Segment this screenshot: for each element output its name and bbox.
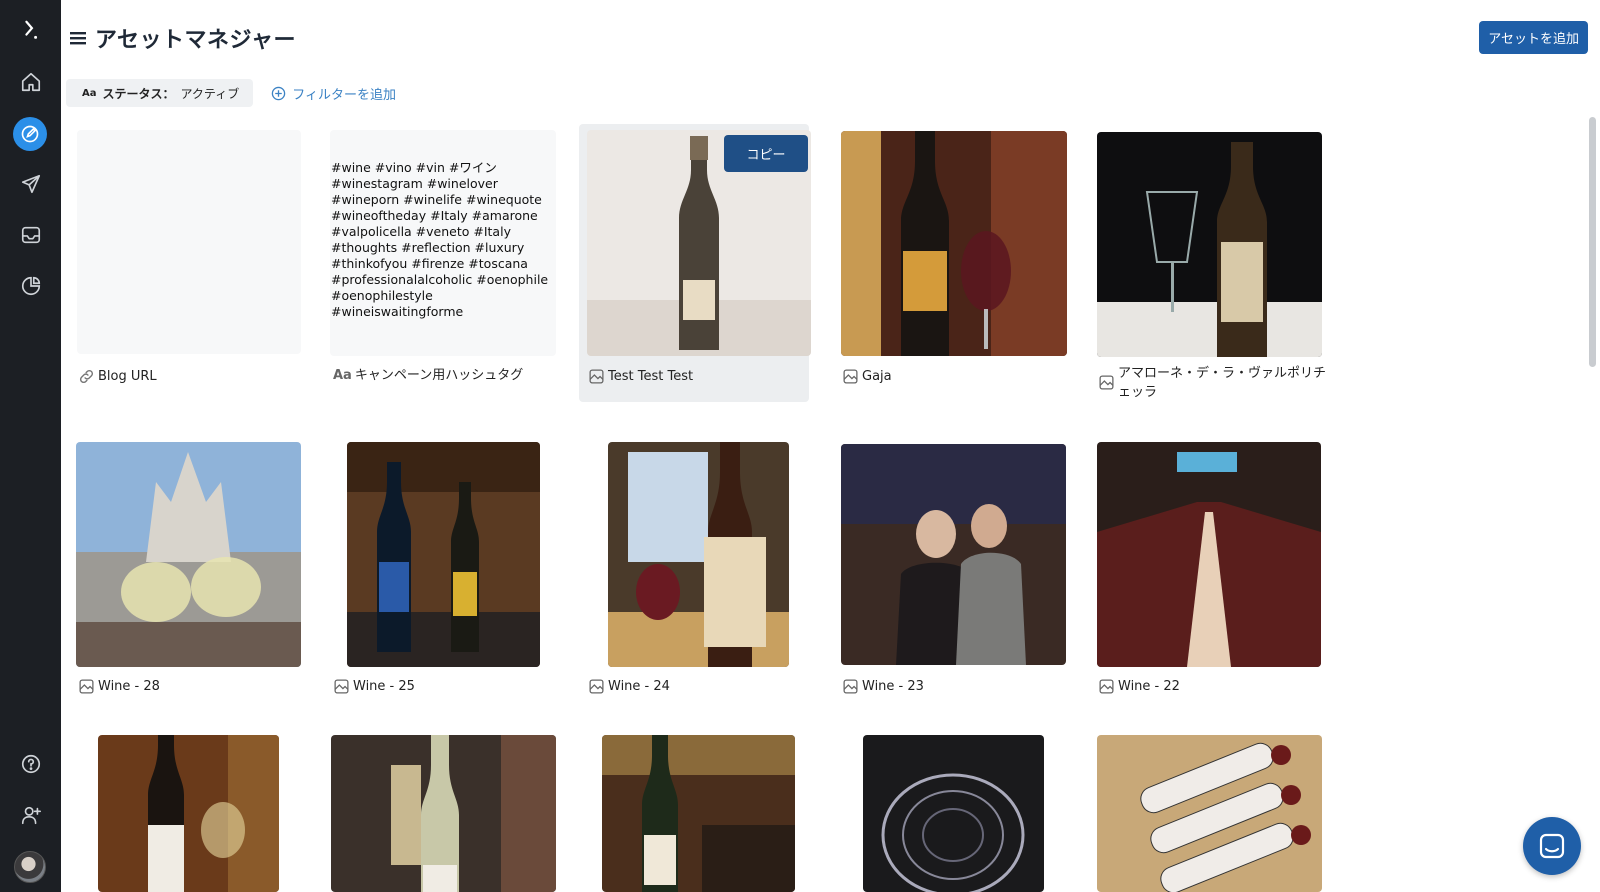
- avatar[interactable]: [14, 851, 46, 883]
- add-user-icon[interactable]: [0, 795, 61, 835]
- asset-label: Aa キャンペーン用ハッシュタグ: [333, 368, 524, 383]
- pie-chart-icon[interactable]: [0, 266, 61, 306]
- asset-label: Wine - 24: [588, 677, 670, 696]
- send-icon[interactable]: [0, 164, 61, 204]
- help-icon[interactable]: [0, 744, 61, 784]
- asset-label: Wine - 23: [842, 677, 924, 696]
- asset-label: Blog URL: [78, 367, 157, 386]
- image-icon: [1099, 375, 1114, 390]
- asset-image[interactable]: [602, 735, 795, 892]
- hashtag-text: #wine #vino #vin #ワイン #winestagram #wine…: [331, 160, 549, 319]
- asset-label: Wine - 22: [1098, 677, 1180, 696]
- menu-icon[interactable]: [70, 30, 86, 46]
- add-filter-button[interactable]: フィルターを追加: [271, 84, 396, 103]
- asset-image[interactable]: [347, 442, 540, 667]
- image-icon: [589, 679, 604, 694]
- text-icon: Aa: [82, 87, 97, 99]
- status-filter-chip[interactable]: Aa ステータス： アクティブ: [66, 79, 254, 107]
- add-asset-button[interactable]: アセットを追加: [1479, 21, 1588, 54]
- image-icon: [843, 679, 858, 694]
- inbox-icon[interactable]: [0, 215, 61, 255]
- asset-image[interactable]: [76, 442, 301, 667]
- image-icon: [843, 369, 858, 384]
- asset-image[interactable]: [98, 735, 279, 892]
- page-title: アセットマネジャー: [95, 28, 296, 53]
- sidebar: [0, 0, 61, 892]
- asset-label: Test Test Test: [588, 367, 693, 386]
- asset-label: Wine - 25: [333, 677, 415, 696]
- filter-bar: Aa ステータス： アクティブ フィルターを追加: [66, 79, 396, 107]
- asset-image[interactable]: [1097, 442, 1321, 667]
- asset-image[interactable]: [863, 735, 1044, 892]
- image-icon: [79, 679, 94, 694]
- scrollbar[interactable]: [1589, 117, 1596, 367]
- header: アセットマネジャー アセットを追加: [61, 0, 1600, 72]
- chat-button[interactable]: [1523, 817, 1581, 875]
- asset-image[interactable]: [331, 735, 556, 892]
- asset-image[interactable]: [841, 444, 1066, 665]
- logo-icon[interactable]: [0, 10, 61, 50]
- edit-icon[interactable]: [13, 117, 47, 151]
- asset-image[interactable]: [841, 131, 1067, 356]
- link-icon: [79, 369, 94, 384]
- plus-circle-icon: [271, 86, 286, 100]
- copy-button[interactable]: コピー: [724, 135, 808, 172]
- asset-label: Gaja: [842, 367, 892, 386]
- asset-image[interactable]: [1097, 735, 1322, 892]
- image-icon: [334, 679, 349, 694]
- add-filter-label: フィルターを追加: [292, 87, 396, 103]
- home-icon[interactable]: [0, 62, 61, 102]
- text-icon: Aa: [333, 368, 352, 383]
- image-icon: [589, 369, 604, 384]
- asset-image[interactable]: [1097, 132, 1322, 357]
- asset-card-blog-url[interactable]: [77, 130, 301, 354]
- asset-label: アマローネ・デ・ラ・ヴァルポリチェッラ: [1098, 364, 1328, 402]
- filter-key: ステータス：: [102, 86, 175, 101]
- asset-label: Wine - 28: [78, 677, 160, 696]
- asset-image[interactable]: [608, 442, 789, 667]
- chat-icon: [1539, 833, 1565, 859]
- filter-value: アクティブ: [180, 86, 240, 101]
- image-icon: [1099, 679, 1114, 694]
